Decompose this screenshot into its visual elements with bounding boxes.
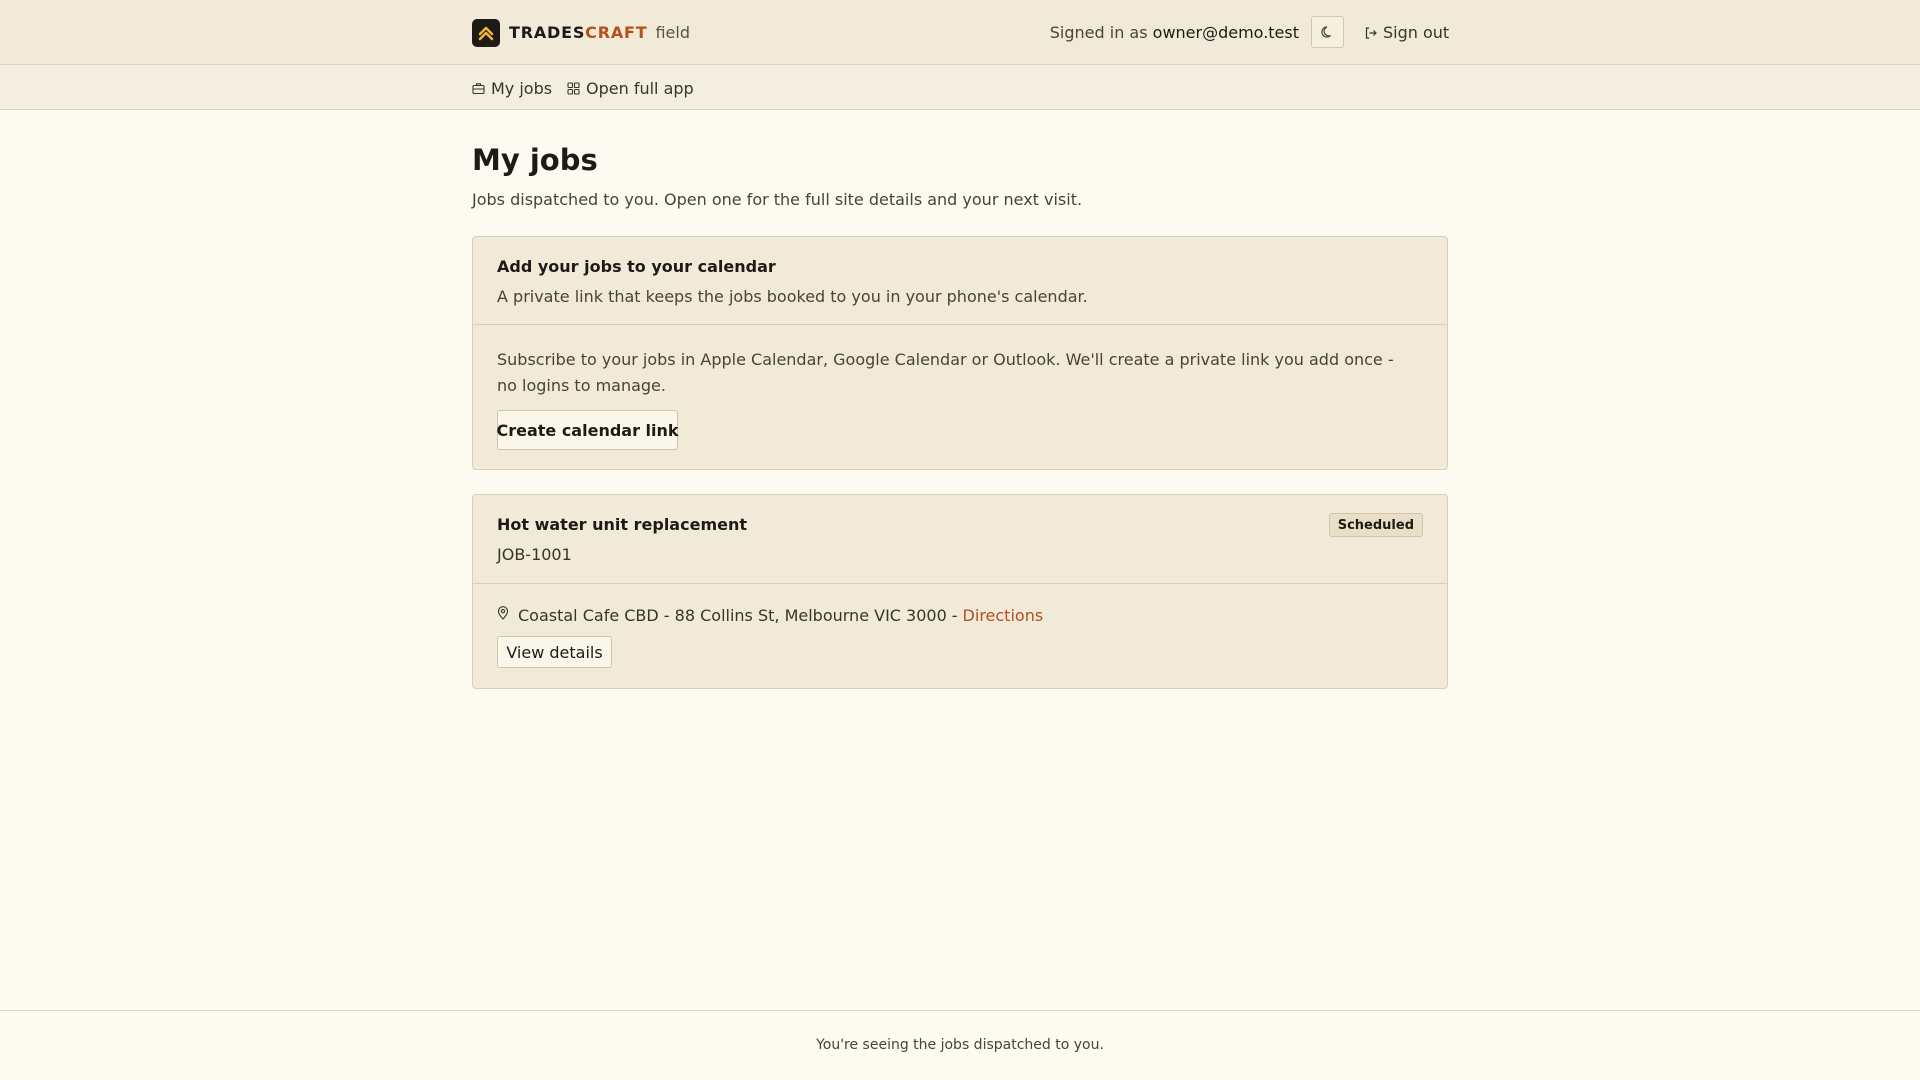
nav-item-open-full-app[interactable]: Open full app: [567, 79, 694, 98]
card-body-text: Subscribe to your jobs in Apple Calendar…: [497, 350, 1394, 395]
user-email: owner@demo.test: [1152, 23, 1299, 42]
secondary-nav: My jobs Open full app: [0, 65, 1920, 110]
job-number: JOB-1001: [497, 545, 572, 564]
signed-in-prefix: Signed in as: [1049, 23, 1148, 42]
nav-item-label: Open full app: [586, 79, 694, 98]
sign-out-icon: [1365, 26, 1377, 39]
calendar-subscribe-card: Add your jobs to your calendar A private…: [472, 236, 1448, 470]
page-title: My jobs: [472, 143, 598, 177]
create-calendar-link-button[interactable]: Create calendar link: [496, 410, 679, 450]
card-header: Hot water unit replacement JOB-1001 Sche…: [473, 495, 1447, 584]
theme-toggle-button[interactable]: [1311, 16, 1344, 48]
address-separator: -: [951, 606, 958, 625]
footer-text: You're seeing the jobs dispatched to you…: [816, 1037, 1104, 1053]
job-address: Coastal Cafe CBD - 88 Collins St, Melbou…: [497, 605, 1044, 625]
brand-name-primary: TRADES: [509, 23, 586, 42]
grid-icon: [567, 82, 580, 95]
sign-out-button[interactable]: Sign out: [1364, 23, 1449, 42]
moon-icon: [1320, 26, 1331, 38]
sign-out-label: Sign out: [1383, 23, 1450, 42]
top-bar: TRADES CRAFT field Signed in as owner@dem…: [0, 0, 1920, 65]
card-header: Add your jobs to your calendar A private…: [473, 237, 1447, 325]
brand-suffix: field: [655, 23, 690, 42]
briefcase-icon: [472, 83, 485, 95]
page-description: Jobs dispatched to you. Open one for the…: [472, 190, 1083, 209]
directions-link[interactable]: Directions: [963, 606, 1044, 625]
footer: You're seeing the jobs dispatched to you…: [0, 1010, 1920, 1080]
signed-in-status: Signed in as owner@demo.test: [1050, 23, 1299, 42]
status-badge: Scheduled: [1328, 513, 1423, 537]
card-title: Add your jobs to your calendar: [497, 257, 776, 276]
card-subtitle: A private link that keeps the jobs booke…: [497, 287, 1088, 306]
nav-item-my-jobs[interactable]: My jobs: [472, 79, 552, 98]
address-text: Coastal Cafe CBD - 88 Collins St, Melbou…: [518, 606, 947, 625]
job-card: Hot water unit replacement JOB-1001 Sche…: [472, 494, 1448, 689]
view-details-button[interactable]: View details: [497, 636, 612, 668]
nav-item-label: My jobs: [491, 79, 553, 98]
tradescraft-logo-icon: [472, 18, 500, 47]
brand-name-accent: CRAFT: [585, 23, 648, 42]
map-pin-icon: [497, 605, 509, 620]
brand[interactable]: TRADES CRAFT field: [472, 18, 690, 47]
job-title: Hot water unit replacement: [497, 515, 747, 534]
